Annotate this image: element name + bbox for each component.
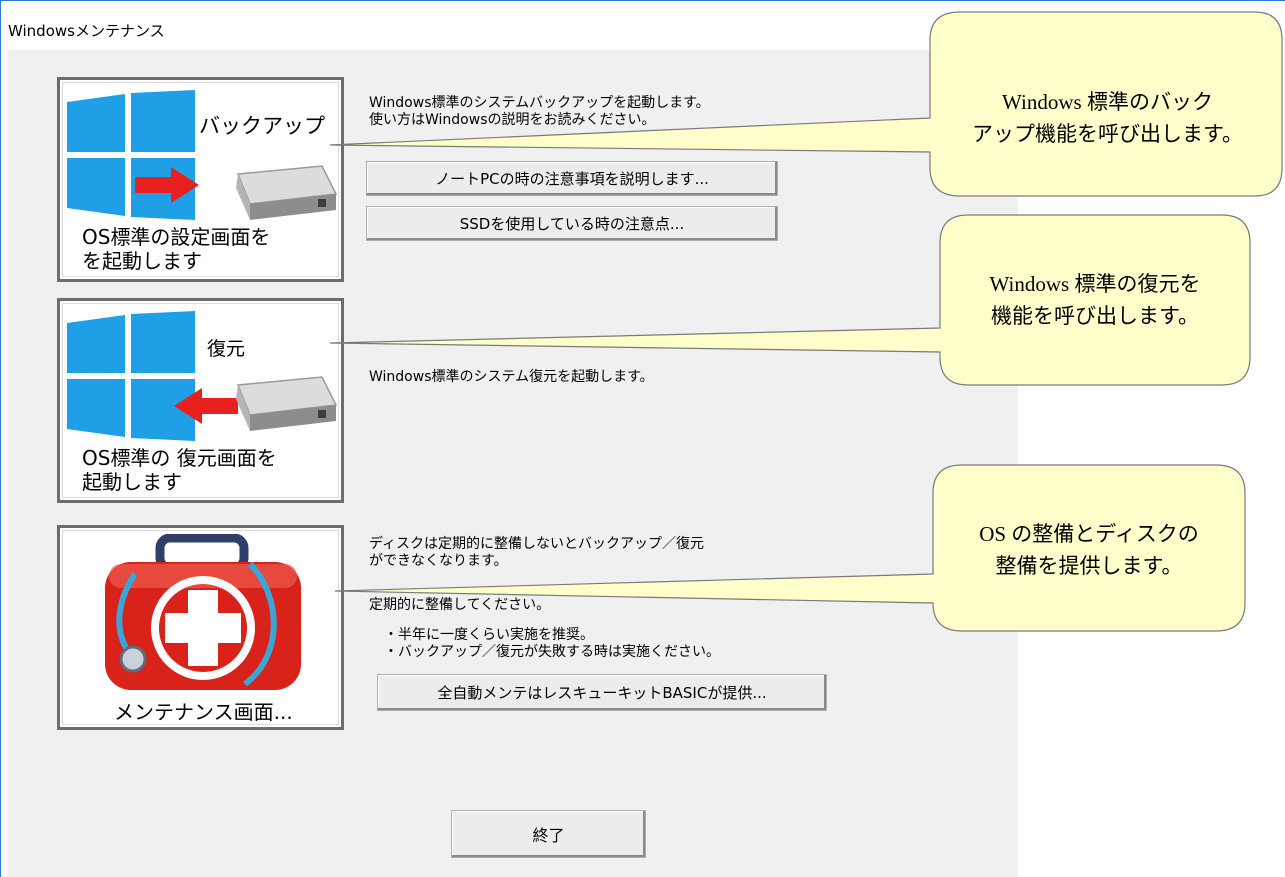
callout-1-text: Windows 標準のバック アップ機能を呼び出します。 <box>972 90 1243 146</box>
callout-2-text: Windows 標準の復元を 機能を呼び出します。 <box>989 272 1201 328</box>
maintenance-window: Windowsメンテナンス バックアップ OS標準の設定画面を を起動します W… <box>0 0 1285 877</box>
callout-3-text: OS の整備とディスクの 整備を提供します。 <box>979 522 1199 578</box>
